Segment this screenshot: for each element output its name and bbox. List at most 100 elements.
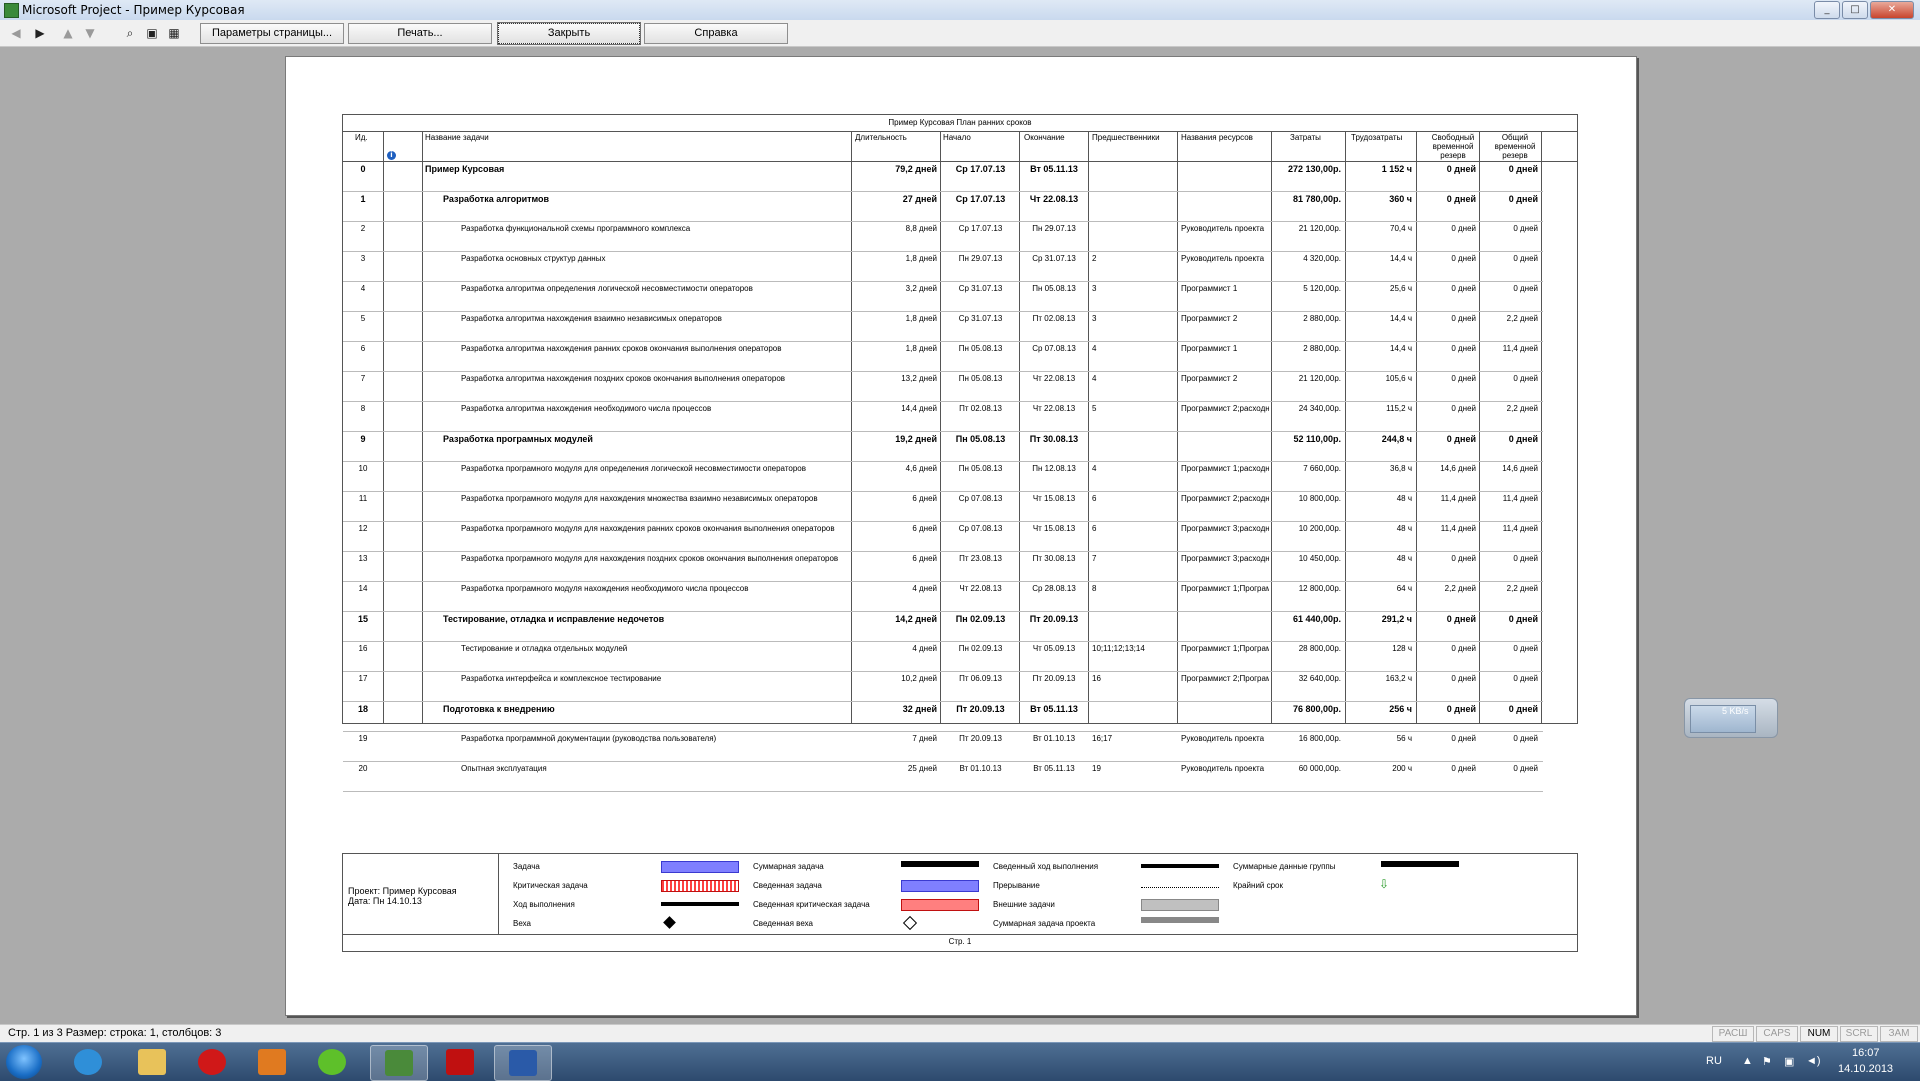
- cell-work: 14,4 ч: [1390, 314, 1412, 323]
- cell-id: 9: [360, 434, 366, 444]
- cell-total: 0 дней: [1513, 554, 1538, 563]
- status-ext: РАСШ: [1712, 1026, 1754, 1042]
- cell-pred: 4: [1092, 464, 1097, 473]
- maximize-button[interactable]: □: [1842, 1, 1868, 19]
- col-work-header: Трудозатраты: [1351, 133, 1403, 142]
- arrow-left-icon[interactable]: ◀: [8, 25, 24, 41]
- taskbar-explorer[interactable]: [124, 1045, 180, 1079]
- cell-name: Разработка програмного модуля для нахожд…: [461, 524, 835, 533]
- cell-res: Программист 2;Программ: [1181, 674, 1269, 683]
- legend-group-summary-bar: [1381, 861, 1459, 867]
- cell-work: 48 ч: [1396, 554, 1412, 563]
- one-page-icon[interactable]: ▣: [144, 25, 160, 41]
- cell-start: Ср 07.08.13: [958, 524, 1003, 533]
- clock-date[interactable]: 14.10.2013: [1838, 1063, 1893, 1075]
- start-button[interactable]: [6, 1045, 42, 1079]
- taskbar-acrobat[interactable]: [432, 1045, 488, 1079]
- taskbar-media[interactable]: [244, 1045, 300, 1079]
- language-indicator[interactable]: RU: [1706, 1055, 1722, 1067]
- cell-id: 7: [360, 374, 366, 383]
- cell-free: 0 дней: [1451, 404, 1476, 413]
- cell-pred: 4: [1092, 344, 1097, 353]
- cell-total: 0 дней: [1508, 434, 1538, 444]
- cell-total: 11,4 дней: [1502, 524, 1538, 533]
- cell-dur: 27 дней: [902, 194, 937, 204]
- cell-free: 11,4 дней: [1440, 494, 1476, 503]
- cell-pred: 6: [1092, 494, 1097, 503]
- flag-icon[interactable]: ⚑: [1762, 1055, 1772, 1068]
- col-id-header: Ид.: [355, 133, 368, 142]
- cell-finish: Вт 05.11.13: [1033, 764, 1075, 773]
- taskbar-word[interactable]: [494, 1045, 552, 1081]
- legend-milestone-label: Веха: [513, 919, 531, 928]
- cell-id: 19: [358, 734, 368, 743]
- network-icon[interactable]: ▣: [1784, 1055, 1794, 1068]
- cell-cost: 5 120,00р.: [1303, 284, 1341, 293]
- cell-cost: 272 130,00р.: [1287, 164, 1341, 174]
- print-button[interactable]: Печать...: [348, 23, 492, 44]
- zoom-icon[interactable]: ⌕: [122, 25, 138, 41]
- cell-pred: 5: [1092, 404, 1097, 413]
- legend-project-info: Проект: Пример Курсовая Дата: Пн 14.10.1…: [343, 854, 499, 934]
- legend-rollup-bar: [901, 880, 979, 892]
- legend-summary-bar: [901, 861, 979, 867]
- task-row: 16 Тестирование и отладка отдельных модул…: [343, 641, 1543, 672]
- summary-task-row: 0 Пример Курсовая 79,2 дней Ср 17.07.13 Вт 0…: [343, 161, 1543, 192]
- arrow-right-icon[interactable]: ▶: [32, 25, 48, 41]
- help-button[interactable]: Справка: [644, 23, 788, 44]
- cell-free: 0 дней: [1446, 704, 1476, 714]
- cell-start: Пт 23.08.13: [959, 554, 1002, 563]
- cell-res: Программист 2: [1181, 314, 1238, 323]
- cell-res: Программист 1;Программ: [1181, 584, 1269, 593]
- cell-work: 48 ч: [1396, 494, 1412, 503]
- cell-dur: 3,2 дней: [905, 284, 937, 293]
- task-row: 14 Разработка програмного модуля нахожден…: [343, 581, 1543, 612]
- volume-icon[interactable]: ◄): [1806, 1055, 1821, 1067]
- cell-cost: 4 320,00р.: [1303, 254, 1341, 263]
- cell-id: 2: [360, 224, 366, 233]
- task-table: Пример Курсовая План ранних сроков Ид. i…: [342, 114, 1578, 792]
- taskbar-opera[interactable]: [184, 1045, 240, 1079]
- taskbar-icq[interactable]: [304, 1045, 360, 1079]
- minimize-button[interactable]: _: [1814, 1, 1840, 19]
- deadline-arrow-icon: ⇩: [1379, 877, 1390, 891]
- cell-dur: 6 дней: [912, 494, 937, 503]
- tray-up-arrow-icon[interactable]: ▲: [1742, 1055, 1753, 1067]
- col-finish-header: Окончание: [1024, 133, 1065, 142]
- cell-name: Разработка програмного модуля для нахожд…: [461, 554, 839, 563]
- cell-pred: 8: [1092, 584, 1097, 593]
- page-setup-button[interactable]: Параметры страницы...: [200, 23, 344, 44]
- taskbar-project[interactable]: [370, 1045, 428, 1081]
- cell-cost: 24 340,00р.: [1298, 404, 1341, 413]
- cell-dur: 1,8 дней: [905, 344, 937, 353]
- cell-id: 18: [357, 704, 368, 714]
- cell-dur: 13,2 дней: [901, 374, 937, 383]
- legend-task-label: Задача: [513, 862, 540, 871]
- legend-deadline-label: Крайний срок: [1233, 881, 1284, 890]
- task-row: 20 Опытная эксплуатация 25 дней Вт 01.10.13…: [343, 761, 1543, 792]
- legend-task-bar: [661, 861, 739, 873]
- clock-time[interactable]: 16:07: [1852, 1047, 1880, 1059]
- cell-work: 360 ч: [1389, 194, 1412, 204]
- cell-cost: 2 880,00р.: [1303, 344, 1341, 353]
- cell-start: Ср 31.07.13: [958, 284, 1003, 293]
- cell-free: 0 дней: [1451, 674, 1476, 683]
- arrow-up-icon[interactable]: ▲: [60, 25, 76, 41]
- network-speed-widget[interactable]: 5 KB/s: [1684, 698, 1778, 738]
- cell-cost: 60 000,00р.: [1298, 764, 1341, 773]
- cell-total: 11,4 дней: [1502, 344, 1538, 353]
- cell-free: 0 дней: [1451, 284, 1476, 293]
- close-preview-button[interactable]: Закрыть: [497, 22, 641, 45]
- cell-cost: 61 440,00р.: [1292, 614, 1341, 624]
- cell-res: Программист 2: [1181, 374, 1238, 383]
- multiple-pages-icon[interactable]: ▦: [166, 25, 182, 41]
- cell-res: Программист 2;расходные: [1181, 404, 1269, 413]
- cell-dur: 4 дней: [912, 644, 937, 653]
- task-row: 4 Разработка алгоритма определения логиче…: [343, 281, 1543, 312]
- arrow-down-icon[interactable]: ▼: [82, 25, 98, 41]
- close-window-button[interactable]: ✕: [1870, 1, 1914, 19]
- legend-milestone-diamond: [663, 916, 676, 929]
- project-app-icon: [4, 3, 19, 18]
- taskbar-ie[interactable]: [60, 1045, 116, 1079]
- cell-finish: Чт 05.09.13: [1032, 644, 1076, 653]
